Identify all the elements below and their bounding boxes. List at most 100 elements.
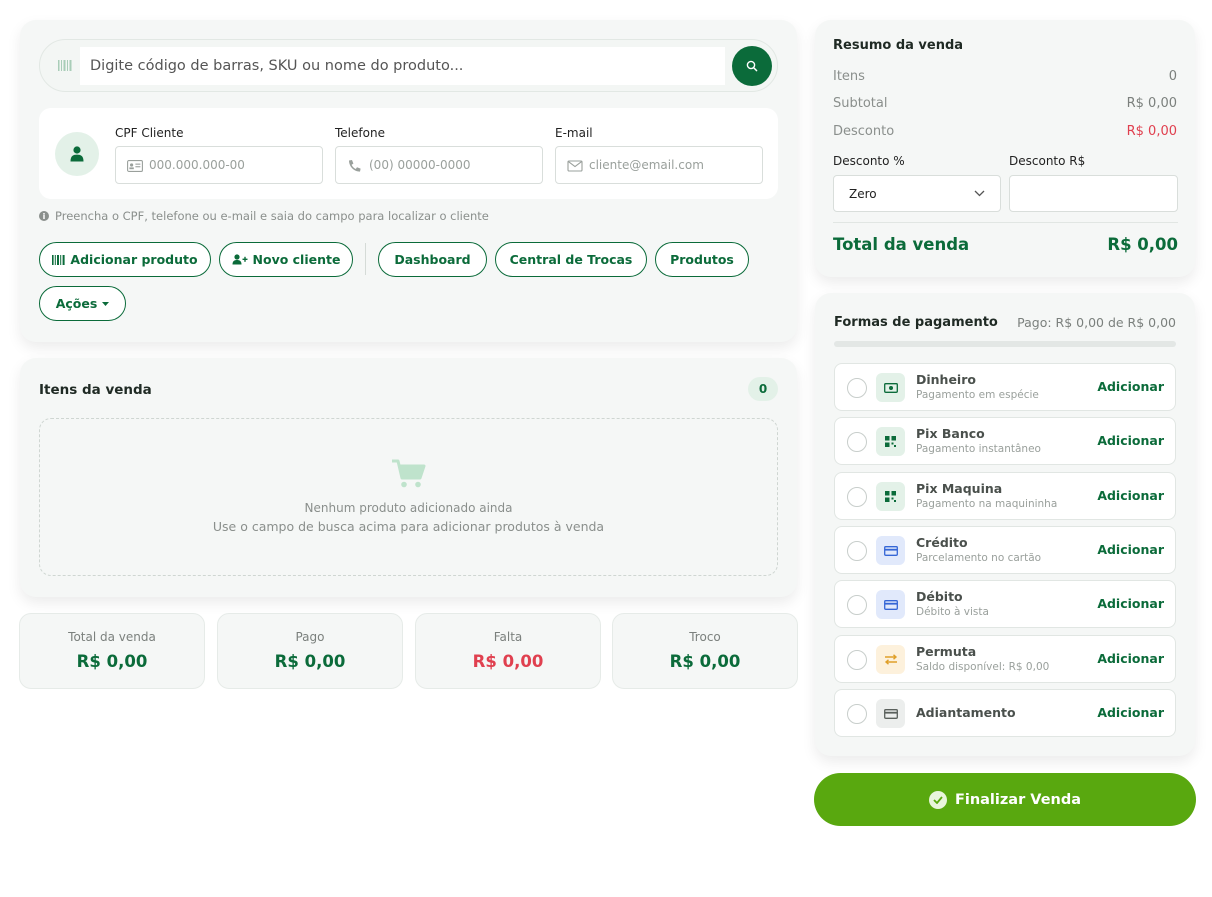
finalize-sale-button[interactable]: Finalizar Venda: [814, 773, 1196, 826]
payment-method-advance[interactable]: Adiantamento Adicionar: [834, 689, 1176, 737]
stat-label: Total da venda: [68, 630, 156, 644]
payment-radio[interactable]: [847, 541, 867, 561]
envelope-icon: [567, 160, 583, 172]
summary-subtotal-label: Subtotal: [833, 96, 888, 111]
payment-title: Formas de pagamento: [834, 315, 998, 330]
shopping-cart-icon: [392, 459, 426, 488]
payment-radio[interactable]: [847, 595, 867, 615]
add-payment-button[interactable]: Adicionar: [1097, 596, 1164, 611]
phone-input[interactable]: [369, 147, 539, 183]
client-hint-text: Preencha o CPF, telefone ou e-mail e sai…: [55, 209, 489, 223]
sale-summary-card: Resumo da venda Itens 0 Subtotal R$ 0,00…: [815, 20, 1195, 277]
items-count-badge: 0: [748, 377, 778, 401]
exchange-center-button[interactable]: Central de Trocas: [495, 242, 647, 277]
barcode-icon: [58, 60, 72, 71]
add-product-button[interactable]: Adicionar produto: [39, 242, 211, 277]
client-lookup: CPF Cliente Telefone E-mail: [39, 108, 778, 199]
caret-down-icon: [102, 301, 110, 306]
summary-items-value: 0: [1168, 69, 1177, 84]
summary-discount-value: R$ 0,00: [1126, 124, 1177, 139]
dashboard-button[interactable]: Dashboard: [378, 242, 487, 277]
add-product-label: Adicionar produto: [70, 252, 198, 267]
summary-items-row: Itens 0: [833, 69, 1177, 84]
phone-label: Telefone: [335, 126, 385, 140]
stat-total: Total da venda R$ 0,00: [19, 613, 205, 689]
payment-method-credit[interactable]: Crédito Parcelamento no cartão Adicionar: [834, 526, 1176, 574]
payment-radio[interactable]: [847, 704, 867, 724]
email-input[interactable]: [589, 147, 759, 183]
payment-method-debit[interactable]: Débito Débito à vista Adicionar: [834, 580, 1176, 628]
info-icon: i: [39, 211, 49, 221]
products-button[interactable]: Produtos: [655, 242, 749, 277]
payment-radio[interactable]: [847, 487, 867, 507]
client-hint: i Preencha o CPF, telefone ou e-mail e s…: [39, 209, 489, 223]
payment-methods-card: Formas de pagamento Pago: R$ 0,00 de R$ …: [815, 293, 1195, 756]
payment-name: Débito: [916, 589, 963, 604]
chevron-down-icon: [974, 190, 985, 197]
discount-pct-select[interactable]: Zero: [833, 175, 1001, 212]
sale-items-title: Itens da venda: [39, 382, 152, 398]
add-payment-button[interactable]: Adicionar: [1097, 542, 1164, 557]
payment-name: Crédito: [916, 535, 968, 550]
stat-label: Pago: [295, 630, 325, 644]
add-payment-button[interactable]: Adicionar: [1097, 488, 1164, 503]
stat-value: R$ 0,00: [76, 652, 148, 671]
summary-discount-row: Desconto R$ 0,00: [833, 124, 1177, 139]
payment-method-cash[interactable]: Dinheiro Pagamento em espécie Adicionar: [834, 363, 1176, 411]
stat-value: R$ 0,00: [472, 652, 544, 671]
payment-name: Adiantamento: [916, 705, 1016, 720]
summary-total-row: Total da venda R$ 0,00: [833, 235, 1178, 254]
payment-radio[interactable]: [847, 650, 867, 670]
new-client-label: Novo cliente: [252, 252, 341, 267]
add-payment-button[interactable]: Adicionar: [1097, 379, 1164, 394]
search-bar: [39, 39, 778, 92]
stat-value: R$ 0,00: [669, 652, 741, 671]
payment-method-pix-maquina[interactable]: Pix Maquina Pagamento na maquininha Adic…: [834, 472, 1176, 520]
new-client-button[interactable]: Novo cliente: [219, 242, 353, 277]
payment-name: Pix Banco: [916, 426, 985, 441]
empty-items-title: Nenhum produto adicionado ainda: [304, 501, 513, 515]
payment-paid-text: Pago: R$ 0,00 de R$ 0,00: [1017, 315, 1176, 330]
qr-code-icon: [876, 427, 905, 456]
stat-missing: Falta R$ 0,00: [415, 613, 601, 689]
email-field: E-mail: [555, 126, 763, 184]
payment-method-exchange[interactable]: Permuta Saldo disponível: R$ 0,00 Adicio…: [834, 635, 1176, 683]
empty-items-subtitle: Use o campo de busca acima para adiciona…: [212, 519, 605, 534]
discount-rs-input[interactable]: [1009, 175, 1178, 212]
cpf-input[interactable]: [149, 147, 319, 183]
payment-radio[interactable]: [847, 432, 867, 452]
credit-card-icon: [876, 590, 905, 619]
payment-desc: Débito à vista: [916, 606, 989, 618]
phone-icon: [349, 160, 361, 172]
search-input[interactable]: [80, 47, 725, 85]
discount-pct-selected: Zero: [849, 186, 877, 201]
sale-items-card: Itens da venda 0 Nenhum produto adiciona…: [20, 358, 797, 597]
add-payment-button[interactable]: Adicionar: [1097, 433, 1164, 448]
stat-paid: Pago R$ 0,00: [217, 613, 403, 689]
summary-title: Resumo da venda: [833, 38, 964, 53]
qr-code-icon: [876, 482, 905, 511]
phone-field: Telefone: [335, 126, 543, 184]
stat-value: R$ 0,00: [274, 652, 346, 671]
payment-progress-bar: [834, 341, 1176, 347]
payment-radio[interactable]: [847, 378, 867, 398]
payment-name: Pix Maquina: [916, 481, 1003, 496]
finalize-sale-label: Finalizar Venda: [954, 791, 1082, 808]
payment-desc: Pagamento na maquininha: [916, 498, 1058, 510]
payment-desc: Saldo disponível: R$ 0,00: [916, 661, 1050, 673]
add-payment-button[interactable]: Adicionar: [1097, 705, 1164, 720]
stat-label: Troco: [689, 630, 721, 644]
summary-subtotal-row: Subtotal R$ 0,00: [833, 96, 1177, 111]
search-icon: [746, 60, 758, 72]
actions-dropdown[interactable]: Ações: [39, 286, 126, 321]
search-button[interactable]: [732, 46, 772, 86]
summary-items-label: Itens: [833, 69, 865, 84]
credit-card-icon: [876, 536, 905, 565]
payment-name: Permuta: [916, 644, 977, 659]
user-icon: [70, 146, 84, 162]
payment-method-pix-banco[interactable]: Pix Banco Pagamento instantâneo Adiciona…: [834, 417, 1176, 465]
summary-subtotal-value: R$ 0,00: [1126, 96, 1177, 111]
add-payment-button[interactable]: Adicionar: [1097, 651, 1164, 666]
summary-divider: [833, 222, 1178, 223]
stat-label: Falta: [493, 630, 523, 644]
